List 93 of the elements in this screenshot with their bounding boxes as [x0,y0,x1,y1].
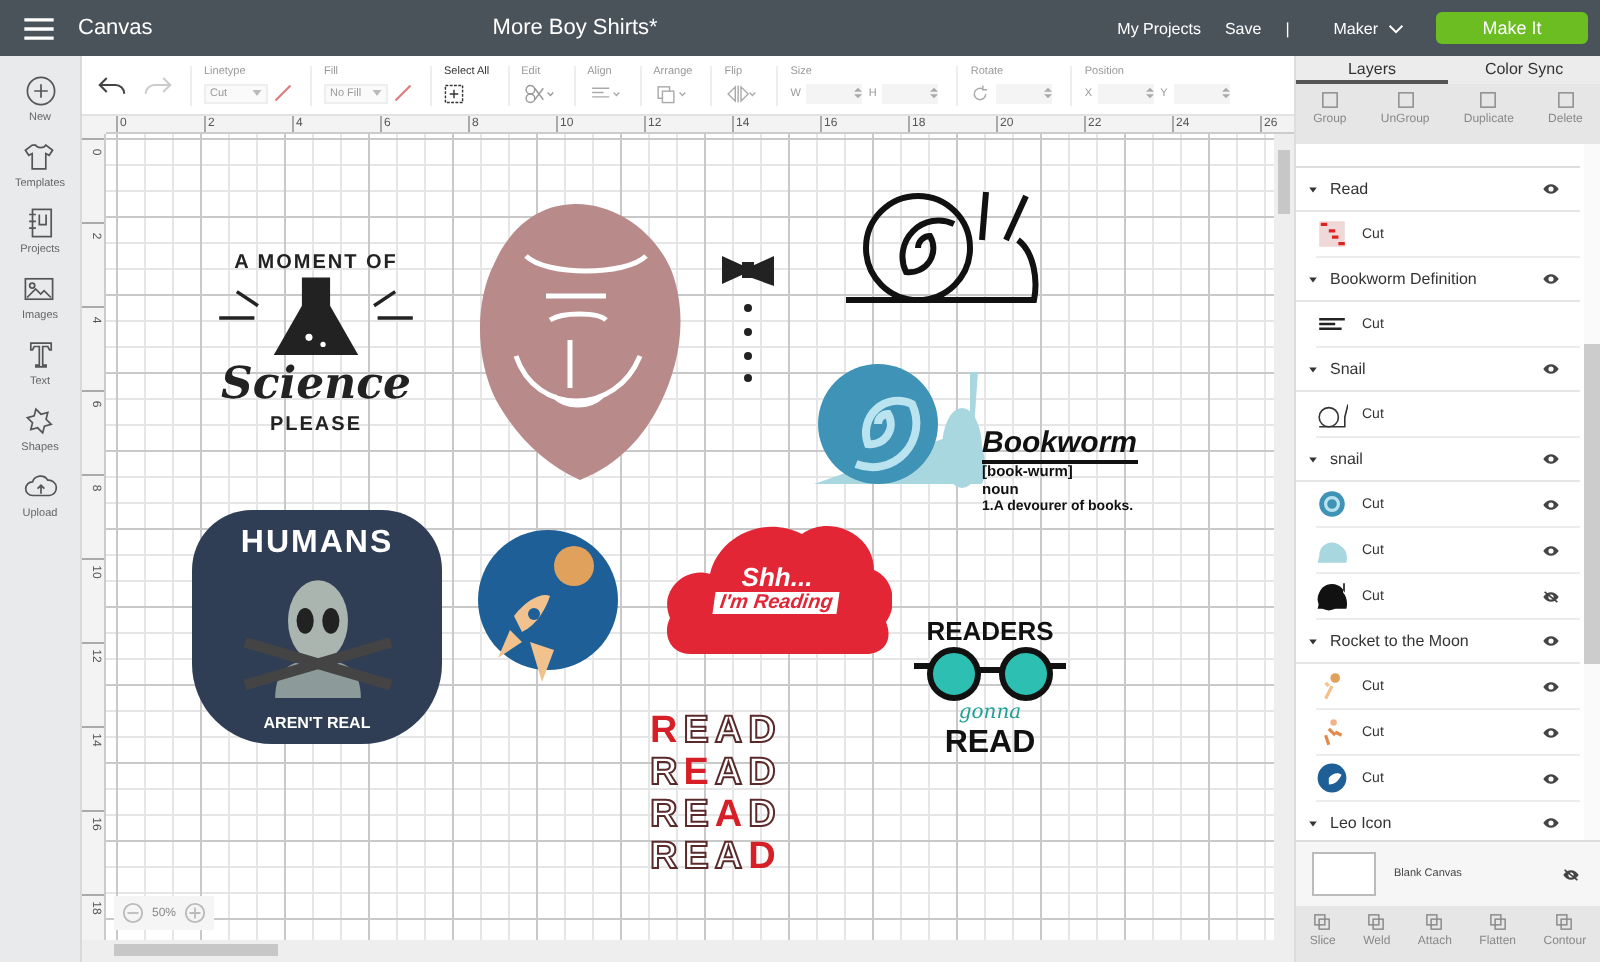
eye-icon[interactable] [1542,362,1560,376]
tool-icon [1487,912,1508,932]
shapes-icon [23,404,57,438]
spinner-icon [1221,86,1230,100]
design-text[interactable]: PLEASE [269,413,362,435]
layers-scrollbar[interactable] [1584,144,1600,840]
layer-thumbnail-icon [1316,218,1348,250]
layer-action-icon [1555,90,1576,110]
layer-action-icon [1319,90,1340,110]
layer-thumbnail-icon [1316,580,1348,612]
header-link[interactable]: My Projects [1117,19,1201,37]
caret-icon[interactable] [1308,455,1318,463]
layer-name: Leo Icon [1330,814,1394,832]
layer-group[interactable]: snail [1296,438,1580,482]
design-text[interactable]: READ [650,752,814,794]
layer-thumbnail-icon [1316,398,1348,430]
number-field[interactable] [806,83,863,103]
section-title: Canvas [78,16,153,40]
eye-icon[interactable] [1542,543,1560,557]
caret-icon[interactable] [1308,185,1318,193]
eye-icon[interactable] [1542,816,1560,830]
eye-icon[interactable] [1542,182,1560,196]
caret-icon[interactable] [1308,275,1318,283]
caret-icon[interactable] [1308,365,1318,373]
eye-icon[interactable] [1542,725,1560,739]
design-text[interactable]: READ [944,726,1036,760]
document-title: More Boy Shirts* [492,16,660,40]
tool-icon [1554,912,1575,932]
undo-icon[interactable] [98,74,126,96]
design-text[interactable]: Shh... [741,561,813,591]
design-text[interactable]: READ [650,836,814,878]
layer-group[interactable]: Bookworm Definition [1296,258,1580,302]
notebook-icon [23,206,57,240]
caret-icon [372,90,382,96]
shirt-icon [22,140,57,174]
number-field[interactable] [882,83,939,103]
layer-thumbnail-icon [1316,488,1348,520]
canvas-swatch[interactable] [1312,852,1376,896]
layer-name: Bookworm Definition [1330,270,1479,288]
horizontal-scrollbar[interactable] [82,940,1294,962]
number-field[interactable] [1173,83,1230,103]
number-field[interactable] [996,83,1053,103]
spinner-icon [854,86,863,100]
menu-icon[interactable] [24,17,54,39]
image-icon [22,272,57,306]
design-text[interactable]: Bookworm [982,426,1138,465]
layer-group[interactable]: Read [1296,168,1580,212]
header-link[interactable]: Save [1224,19,1262,37]
layer-group[interactable]: Rocket to the Moon [1296,620,1580,664]
eye-icon[interactable] [1542,679,1560,693]
layer-group[interactable]: Snail [1296,348,1580,392]
layer-name: Rocket to the Moon [1330,632,1471,650]
layer-thumbnail-icon [1316,762,1348,794]
design-text[interactable]: R EAD [650,710,814,752]
layer-name: Read [1330,180,1371,198]
spinner-icon [1146,86,1155,100]
tool-icon [1366,912,1387,932]
tool-icon [1424,912,1445,932]
eye-icon[interactable] [1542,452,1560,466]
caret-icon[interactable] [1308,819,1318,827]
spinner-icon [930,86,939,100]
glasses-drawing[interactable] [910,646,1070,702]
select-all-icon[interactable] [444,83,464,103]
hidden-eye-icon[interactable] [1562,867,1580,881]
caret-icon [252,90,262,96]
eye-icon[interactable] [1542,771,1560,785]
eye-icon[interactable] [1542,272,1560,286]
caret-icon[interactable] [1308,637,1318,645]
layer-name: snail [1330,450,1365,468]
chevron-icon [1388,23,1404,33]
eye-icon[interactable] [1542,497,1560,511]
tool-icon [1312,912,1333,932]
separator: | [1285,19,1290,37]
plus-circle-icon [23,74,57,108]
no-color-swatch-icon[interactable] [394,84,412,102]
eye-icon[interactable] [1542,634,1560,648]
number-field[interactable] [1098,83,1155,103]
spinner-icon [1044,86,1053,100]
design-text[interactable]: AREN'T REAL [263,714,371,732]
alien-badge-drawing[interactable]: HUMANS AREN'T REAL [192,510,442,744]
vertical-scrollbar[interactable] [1274,134,1294,940]
edit-icon[interactable] [521,83,556,103]
design-text[interactable]: HUMANS [240,526,394,562]
hidden-eye-icon[interactable] [1542,589,1560,603]
design-text[interactable]: Science [220,361,412,405]
design-text[interactable]: READERS [926,616,1054,646]
machine-dropdown[interactable]: Maker [1321,17,1416,39]
layer-action-icon [1478,90,1499,110]
design-text[interactable]: REA D [650,794,814,836]
no-color-swatch-icon[interactable] [274,84,292,102]
layer-name: Snail [1330,360,1368,378]
design-text[interactable]: A MOMENT OF [234,251,398,273]
layer-action-icon [1395,90,1416,110]
